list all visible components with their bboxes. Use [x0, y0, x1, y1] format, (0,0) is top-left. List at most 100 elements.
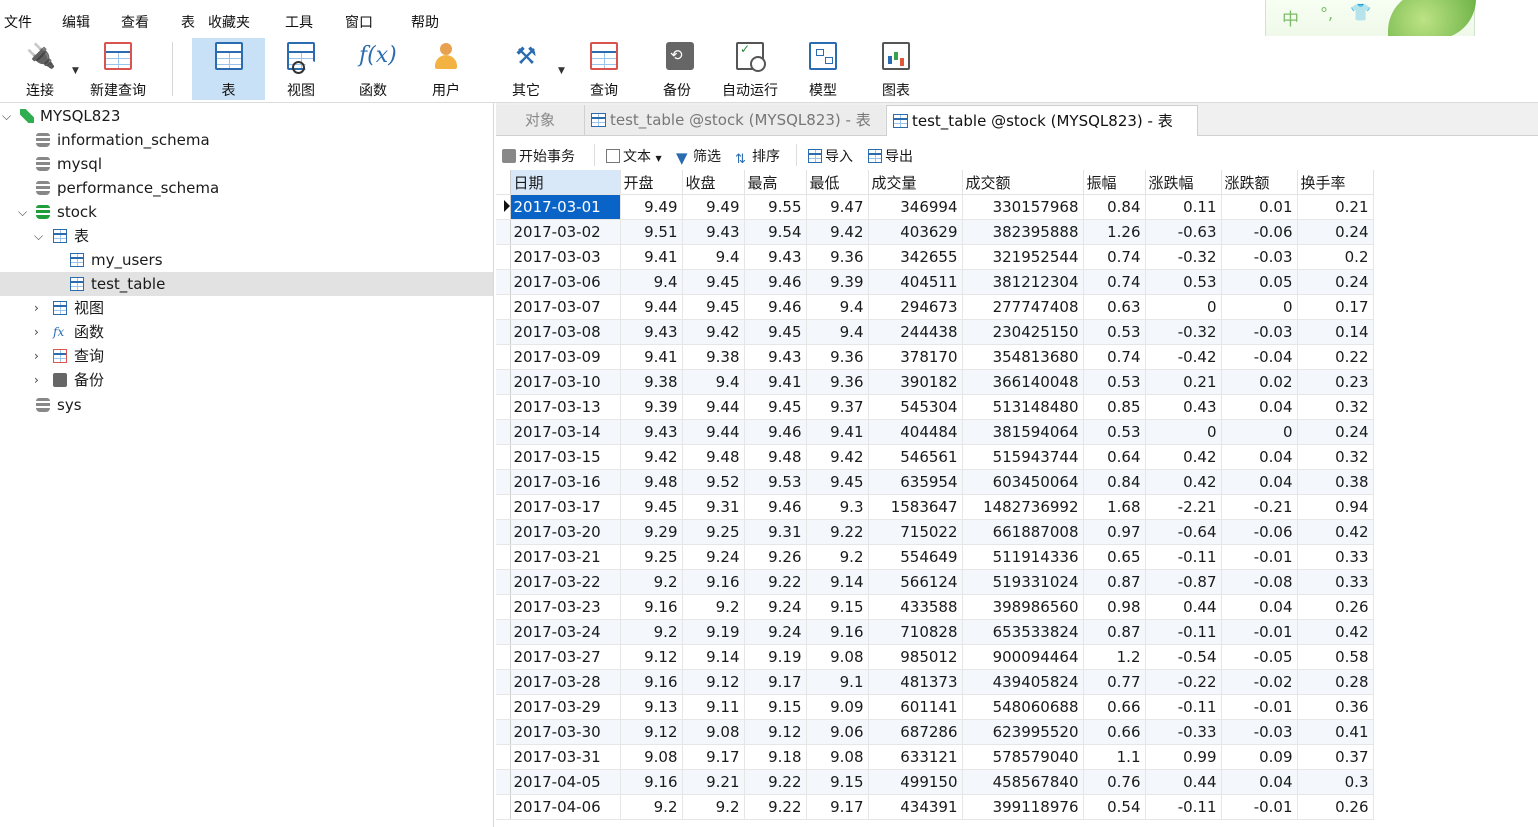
- table-cell[interactable]: 0.26: [1297, 794, 1374, 820]
- table-cell[interactable]: 9.25: [620, 544, 683, 570]
- table-cell[interactable]: 2017-03-22: [510, 569, 621, 595]
- table-row[interactable]: 2017-03-28 9.16 9.12 9.17 9.1 481373 439405824…: [496, 669, 1374, 695]
- table-cell[interactable]: 0.99: [1145, 744, 1222, 770]
- table-cell[interactable]: 9.41: [620, 344, 683, 370]
- tree-db-performance-schema[interactable]: performance_schema: [0, 176, 493, 200]
- tree-table-my-users[interactable]: my_users: [0, 248, 493, 272]
- row-gutter[interactable]: [496, 694, 511, 720]
- row-gutter[interactable]: [496, 319, 511, 345]
- table-cell[interactable]: 9.46: [744, 419, 807, 445]
- table-cell[interactable]: 9.46: [744, 269, 807, 295]
- table-cell[interactable]: -0.02: [1221, 669, 1298, 695]
- ime-status-widget[interactable]: 中 °, 👕: [1265, 0, 1476, 40]
- table-cell[interactable]: 9.51: [620, 219, 683, 245]
- table-cell[interactable]: -0.11: [1145, 544, 1222, 570]
- table-cell[interactable]: 0.44: [1145, 594, 1222, 620]
- row-gutter[interactable]: [496, 344, 511, 370]
- table-cell[interactable]: 9.45: [620, 494, 683, 520]
- table-cell[interactable]: -0.32: [1145, 319, 1222, 345]
- table-cell[interactable]: 900094464: [962, 644, 1084, 670]
- table-cell[interactable]: 633121: [868, 744, 963, 770]
- collapse-chevron-icon[interactable]: ›: [34, 296, 46, 320]
- table-cell[interactable]: 0.42: [1297, 519, 1374, 545]
- table-cell[interactable]: 9.48: [682, 444, 745, 470]
- table-row[interactable]: 2017-03-21 9.25 9.24 9.26 9.2 554649 511914336…: [496, 544, 1374, 570]
- row-gutter[interactable]: [496, 669, 511, 695]
- table-cell[interactable]: 0: [1221, 294, 1298, 320]
- table-cell[interactable]: 0.64: [1083, 444, 1146, 470]
- table-cell[interactable]: 9.31: [744, 519, 807, 545]
- table-cell[interactable]: 9.42: [620, 444, 683, 470]
- row-gutter[interactable]: [496, 494, 511, 520]
- table-row[interactable]: 2017-03-20 9.29 9.25 9.31 9.22 715022 66188700…: [496, 519, 1374, 545]
- table-cell[interactable]: 9.41: [806, 419, 869, 445]
- table-cell[interactable]: 548060688: [962, 694, 1084, 720]
- table-cell[interactable]: 9.4: [806, 319, 869, 345]
- table-cell[interactable]: 0.04: [1221, 444, 1298, 470]
- table-cell[interactable]: -0.01: [1221, 544, 1298, 570]
- table-cell[interactable]: 0.23: [1297, 369, 1374, 395]
- tree-connection[interactable]: ⌵ MYSQL823: [0, 104, 493, 128]
- table-cell[interactable]: 9.1: [806, 669, 869, 695]
- table-cell[interactable]: 0.21: [1145, 369, 1222, 395]
- table-cell[interactable]: 9.36: [806, 244, 869, 270]
- tree-queries-folder[interactable]: › 查询: [0, 344, 493, 368]
- table-cell[interactable]: 2017-03-17: [510, 494, 621, 520]
- table-cell[interactable]: -0.63: [1145, 219, 1222, 245]
- table-cell[interactable]: 403629: [868, 219, 963, 245]
- column-header-change-pct[interactable]: 涨跌幅: [1145, 170, 1222, 195]
- table-cell[interactable]: 0.36: [1297, 694, 1374, 720]
- ime-mode-char[interactable]: 中: [1282, 5, 1299, 30]
- table-cell[interactable]: 9.24: [682, 544, 745, 570]
- column-header-open[interactable]: 开盘: [620, 170, 683, 195]
- table-cell[interactable]: 9.09: [806, 694, 869, 720]
- other-button[interactable]: ⚒ 其它: [493, 38, 559, 100]
- table-cell[interactable]: 0.97: [1083, 519, 1146, 545]
- table-cell[interactable]: 1.2: [1083, 644, 1146, 670]
- table-cell[interactable]: 9.11: [682, 694, 745, 720]
- table-cell[interactable]: 0.85: [1083, 394, 1146, 420]
- table-row[interactable]: 2017-03-10 9.38 9.4 9.41 9.36 390182 366140048…: [496, 369, 1374, 395]
- table-cell[interactable]: 0.76: [1083, 769, 1146, 795]
- table-cell[interactable]: 9.31: [682, 494, 745, 520]
- table-cell[interactable]: 0.98: [1083, 594, 1146, 620]
- table-cell[interactable]: 9.53: [744, 469, 807, 495]
- table-cell[interactable]: 0.53: [1083, 319, 1146, 345]
- table-cell[interactable]: 9.08: [620, 744, 683, 770]
- table-cell[interactable]: 0.41: [1297, 719, 1374, 745]
- table-cell[interactable]: 0.58: [1297, 644, 1374, 670]
- table-cell[interactable]: -0.11: [1145, 794, 1222, 820]
- table-cell[interactable]: -0.03: [1221, 719, 1298, 745]
- table-cell[interactable]: 9.12: [620, 719, 683, 745]
- tree-db-sys[interactable]: sys: [0, 393, 493, 417]
- table-cell[interactable]: 0.66: [1083, 719, 1146, 745]
- row-cursor-icon[interactable]: [496, 194, 511, 220]
- table-cell[interactable]: -2.21: [1145, 494, 1222, 520]
- backup-button[interactable]: 备份: [644, 38, 710, 100]
- table-row[interactable]: 2017-03-22 9.2 9.16 9.22 9.14 566124 519331024…: [496, 569, 1374, 595]
- user-button[interactable]: 用户: [413, 38, 479, 100]
- new-query-button[interactable]: 新建查询: [84, 38, 152, 100]
- table-cell[interactable]: 2017-03-31: [510, 744, 621, 770]
- table-cell[interactable]: 0.74: [1083, 269, 1146, 295]
- table-cell[interactable]: 9.06: [806, 719, 869, 745]
- table-row[interactable]: 2017-03-17 9.45 9.31 9.46 9.3 1583647 14827369…: [496, 494, 1374, 520]
- table-row[interactable]: 2017-03-03 9.41 9.4 9.43 9.36 342655 321952544…: [496, 244, 1374, 270]
- table-cell[interactable]: 9.12: [682, 669, 745, 695]
- menu-help[interactable]: 帮助: [411, 12, 439, 32]
- table-cell[interactable]: -0.06: [1221, 219, 1298, 245]
- column-header-high[interactable]: 最高: [744, 170, 807, 195]
- table-cell[interactable]: 439405824: [962, 669, 1084, 695]
- table-cell[interactable]: 9.43: [620, 419, 683, 445]
- filter-button[interactable]: ▼ 筛选: [676, 146, 721, 166]
- table-cell[interactable]: 715022: [868, 519, 963, 545]
- table-cell[interactable]: 9.2: [620, 619, 683, 645]
- chart-button[interactable]: 图表: [863, 38, 929, 100]
- menu-window[interactable]: 窗口: [345, 12, 373, 32]
- table-cell[interactable]: 511914336: [962, 544, 1084, 570]
- table-cell[interactable]: 9.24: [744, 594, 807, 620]
- table-cell[interactable]: -0.08: [1221, 569, 1298, 595]
- ime-punctuation-icon[interactable]: °,: [1320, 4, 1333, 23]
- row-gutter[interactable]: [496, 394, 511, 420]
- table-cell[interactable]: 578579040: [962, 744, 1084, 770]
